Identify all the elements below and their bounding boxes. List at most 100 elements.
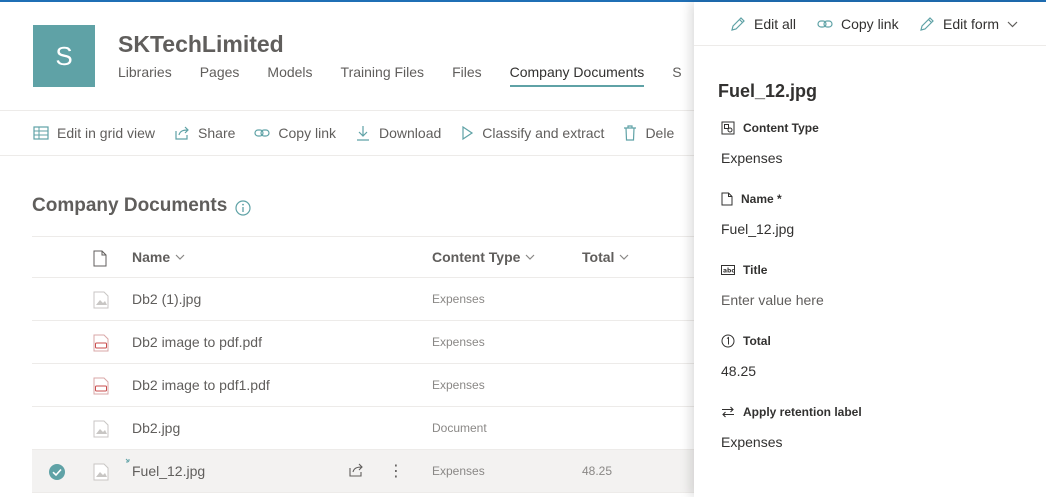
link-icon: [254, 129, 271, 137]
field-label-name-text: Name *: [741, 192, 782, 206]
field-label-retention: Apply retention label: [721, 405, 862, 419]
pdf-file-icon: [93, 334, 109, 352]
row-name[interactable]: Db2 image to pdf1.pdf: [132, 377, 270, 393]
download-label: Download: [379, 125, 442, 141]
download-icon: [357, 126, 369, 141]
title-field[interactable]: Enter value here: [721, 292, 824, 308]
image-file-icon: [93, 463, 109, 481]
share-icon: [175, 126, 189, 140]
nav-models[interactable]: Models: [267, 64, 312, 87]
details-pane-toolbar: Edit all Copy link Edit form: [694, 2, 1046, 46]
retention-label-field[interactable]: Expenses: [721, 434, 782, 450]
copy-link-label: Copy link: [278, 125, 336, 141]
field-label-content-type: Content Type: [721, 121, 819, 135]
content-type-field[interactable]: Expenses: [721, 150, 782, 166]
grid-icon: [33, 126, 49, 140]
info-icon[interactable]: [235, 199, 251, 216]
link-icon: [817, 20, 833, 28]
nav-pages[interactable]: Pages: [200, 64, 240, 87]
checkmark-circle-icon[interactable]: [48, 463, 66, 481]
delete-label: Dele: [645, 125, 675, 141]
pencil-icon: [731, 17, 745, 31]
column-header-name[interactable]: Name: [132, 249, 185, 265]
delete-button[interactable]: Dele: [623, 125, 674, 141]
chevron-down-icon: [619, 254, 629, 260]
trash-icon: [624, 125, 637, 141]
edit-grid-view-label: Edit in grid view: [57, 125, 156, 141]
number-icon: [721, 334, 735, 348]
pane-copy-link-label: Copy link: [841, 16, 899, 32]
chevron-down-icon: [175, 254, 185, 260]
play-icon: [462, 125, 474, 141]
table-row[interactable]: Db2 image to pdf1.pdf Expenses: [32, 364, 694, 407]
chevron-down-icon: [1007, 21, 1018, 27]
share-button[interactable]: Share: [174, 125, 235, 141]
field-label-total-text: Total: [743, 334, 771, 348]
row-content-type: Expenses: [432, 378, 485, 392]
nav-files[interactable]: Files: [452, 64, 482, 87]
row-content-type: Document: [432, 421, 487, 435]
list-title-text: Company Documents: [32, 195, 228, 216]
field-label-total: Total: [721, 334, 771, 348]
image-file-icon: [93, 420, 109, 438]
edit-all-button[interactable]: Edit all: [730, 16, 796, 32]
total-field[interactable]: 48.25: [721, 363, 756, 379]
pencil-icon: [920, 17, 934, 31]
command-bar-divider: [0, 155, 694, 156]
pane-copy-link-button[interactable]: Copy link: [817, 16, 899, 32]
swap-arrows-icon: [722, 406, 734, 418]
site-navigation: Libraries Pages Models Training Files Fi…: [118, 64, 710, 87]
nav-libraries[interactable]: Libraries: [118, 64, 172, 87]
column-header-total[interactable]: Total: [582, 249, 629, 265]
content-type-icon: [721, 121, 735, 135]
table-row[interactable]: Db2.jpg Document: [32, 407, 694, 450]
edit-all-label: Edit all: [754, 16, 797, 32]
copy-link-button[interactable]: Copy link: [254, 125, 336, 141]
details-pane: Edit all Copy link Edit form Fuel_12.jpg…: [694, 2, 1046, 497]
chevron-down-icon: [525, 254, 535, 260]
column-header-content-type-label: Content Type: [432, 249, 521, 265]
details-pane-title: Fuel_12.jpg: [718, 81, 818, 101]
share-icon[interactable]: [348, 462, 365, 478]
row-name[interactable]: Db2.jpg: [132, 420, 180, 436]
edit-form-label: Edit form: [943, 16, 1000, 32]
row-total: 48.25: [582, 464, 613, 478]
column-header-total-label: Total: [582, 249, 615, 265]
document-icon: [721, 192, 733, 206]
nav-company-documents[interactable]: Company Documents: [509, 64, 645, 87]
name-field[interactable]: Fuel_12.jpg: [721, 221, 794, 237]
table-row[interactable]: Db2 (1).jpg Expenses: [32, 278, 694, 321]
download-button[interactable]: Download: [355, 125, 441, 141]
site-logo[interactable]: S: [33, 25, 95, 87]
row-name[interactable]: Db2 (1).jpg: [132, 291, 201, 307]
file-type-column-icon[interactable]: [93, 250, 107, 267]
table-row-selected[interactable]: Fuel_12.jpg ⋮ Expenses 48.25: [32, 450, 694, 493]
row-content-type: Expenses: [432, 335, 485, 349]
row-content-type: Expenses: [432, 464, 485, 478]
classify-extract-label: Classify and extract: [482, 125, 605, 141]
site-logo-letter: S: [55, 40, 73, 71]
nav-truncated-item[interactable]: S: [672, 64, 681, 87]
table-row[interactable]: Db2 image to pdf.pdf Expenses: [32, 321, 694, 364]
field-label-retention-text: Apply retention label: [743, 405, 862, 419]
column-header-content-type[interactable]: Content Type: [432, 249, 535, 265]
text-field-icon: abc: [721, 265, 735, 275]
row-name[interactable]: Db2 image to pdf.pdf: [132, 334, 262, 350]
document-list: Db2 (1).jpg Expenses Db2 image to pdf.pd…: [32, 278, 694, 493]
field-label-name: Name *: [721, 192, 782, 206]
classify-extract-button[interactable]: Classify and extract: [460, 125, 604, 141]
edit-grid-view-button[interactable]: Edit in grid view: [33, 125, 155, 141]
list-column-header: Name Content Type Total: [32, 236, 694, 278]
svg-text:abc: abc: [723, 268, 735, 275]
pdf-file-icon: [93, 377, 109, 395]
site-title[interactable]: SKTechLimited: [118, 31, 284, 58]
edit-form-button[interactable]: Edit form: [919, 16, 1018, 32]
more-options-icon[interactable]: ⋮: [388, 461, 404, 481]
share-label: Share: [198, 125, 236, 141]
row-name[interactable]: Fuel_12.jpg: [132, 463, 205, 479]
field-label-title: abc Title: [721, 263, 767, 277]
list-title: Company Documents: [32, 195, 251, 217]
field-label-title-text: Title: [743, 263, 768, 277]
nav-training-files[interactable]: Training Files: [341, 64, 425, 87]
row-content-type: Expenses: [432, 292, 485, 306]
